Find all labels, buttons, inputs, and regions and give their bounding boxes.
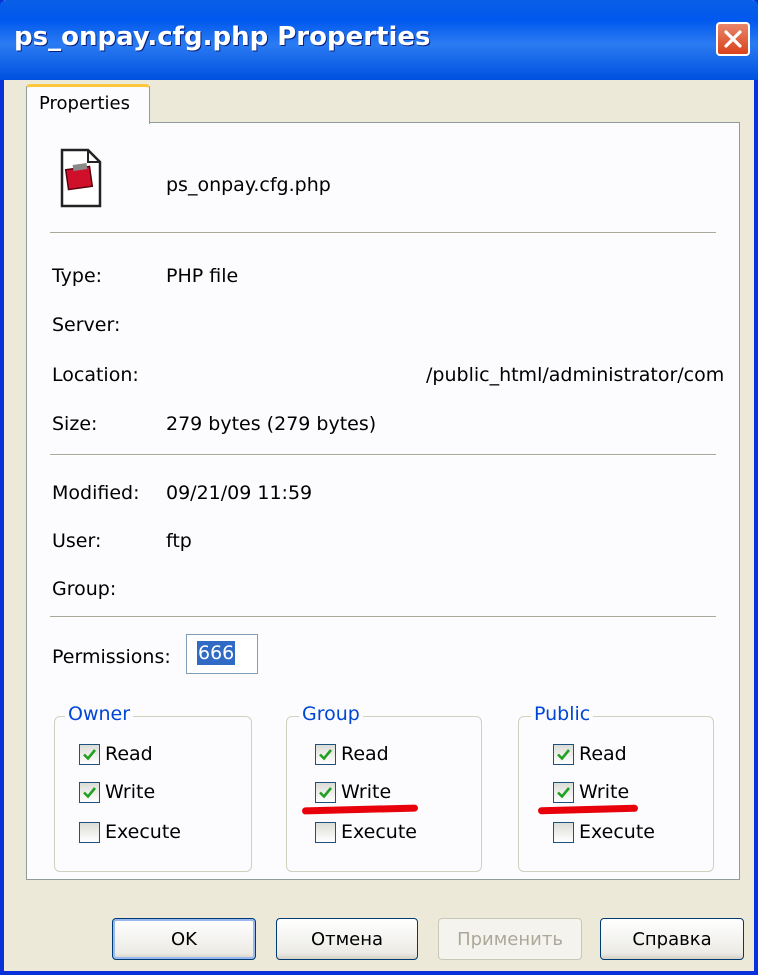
owner-read-label: Read xyxy=(105,743,153,765)
apply-button[interactable]: Применить xyxy=(438,918,582,960)
public-read-label: Read xyxy=(579,743,627,765)
owner-execute-label: Execute xyxy=(105,821,181,843)
modified-label: Modified: xyxy=(52,482,140,504)
divider xyxy=(50,232,716,234)
close-button[interactable] xyxy=(716,22,750,56)
permissions-label: Permissions: xyxy=(52,646,171,668)
group-label: Group: xyxy=(52,578,117,600)
close-icon xyxy=(724,30,742,48)
checkmark-icon xyxy=(557,748,571,760)
owner-write-checkbox[interactable]: Write xyxy=(79,781,155,803)
divider xyxy=(50,616,716,618)
help-button[interactable]: Справка xyxy=(600,918,744,960)
checkbox-box[interactable] xyxy=(79,743,100,765)
window-title: ps_onpay.cfg.php Properties xyxy=(14,22,431,52)
owner-write-label: Write xyxy=(105,781,156,803)
public-read-checkbox[interactable]: Read xyxy=(553,743,627,765)
location-value: /public_html/administrator/com xyxy=(426,364,725,386)
divider xyxy=(50,454,716,456)
group-read-checkbox[interactable]: Read xyxy=(315,743,389,765)
group-read-label: Read xyxy=(341,743,389,765)
permissions-value: 666 xyxy=(197,641,236,665)
owner-group-title: Owner xyxy=(65,703,134,725)
file-name: ps_onpay.cfg.php xyxy=(166,174,331,196)
checkbox-box[interactable] xyxy=(315,781,336,803)
modified-value: 09/21/09 11:59 xyxy=(166,482,313,504)
user-value: ftp xyxy=(166,530,192,552)
owner-execute-checkbox[interactable]: Execute xyxy=(79,821,181,843)
checkbox-box[interactable] xyxy=(553,821,574,843)
checkmark-icon xyxy=(83,786,97,798)
ok-button[interactable]: OK xyxy=(112,918,256,960)
group-group-title: Group xyxy=(299,703,363,725)
type-label: Type: xyxy=(52,265,103,287)
public-execute-label: Execute xyxy=(579,821,655,843)
group-execute-checkbox[interactable]: Execute xyxy=(315,821,417,843)
checkbox-box[interactable] xyxy=(79,821,100,843)
server-label: Server: xyxy=(52,314,121,336)
size-label: Size: xyxy=(52,413,98,435)
tab-label: Properties xyxy=(39,93,130,114)
checkbox-box[interactable] xyxy=(553,781,574,803)
checkbox-box[interactable] xyxy=(315,821,336,843)
public-write-label: Write xyxy=(579,781,630,803)
public-execute-checkbox[interactable]: Execute xyxy=(553,821,655,843)
size-value: 279 bytes (279 bytes) xyxy=(166,413,377,435)
tab-properties[interactable]: Properties xyxy=(26,84,150,124)
checkmark-icon xyxy=(83,748,97,760)
checkmark-icon xyxy=(557,786,571,798)
cancel-button[interactable]: Отмена xyxy=(276,918,418,960)
checkbox-box[interactable] xyxy=(315,743,336,765)
checkbox-box[interactable] xyxy=(79,781,100,803)
owner-read-checkbox[interactable]: Read xyxy=(79,743,153,765)
group-write-checkbox[interactable]: Write xyxy=(315,781,391,803)
type-value: PHP file xyxy=(166,265,239,287)
group-group: Group Read Write Execute xyxy=(286,703,482,872)
php-file-icon xyxy=(60,148,102,208)
user-label: User: xyxy=(52,530,102,552)
checkmark-icon xyxy=(319,786,333,798)
public-group-title: Public xyxy=(531,703,594,725)
owner-group: Owner Read Write Execute xyxy=(54,703,252,872)
location-label: Location: xyxy=(52,364,139,386)
title-bar[interactable]: ps_onpay.cfg.php Properties xyxy=(0,0,758,80)
permissions-input[interactable]: 666 xyxy=(186,634,258,674)
checkbox-box[interactable] xyxy=(553,743,574,765)
group-execute-label: Execute xyxy=(341,821,417,843)
checkmark-icon xyxy=(319,748,333,760)
group-write-label: Write xyxy=(341,781,392,803)
public-group: Public Read Write Execute xyxy=(518,703,714,872)
public-write-checkbox[interactable]: Write xyxy=(553,781,629,803)
